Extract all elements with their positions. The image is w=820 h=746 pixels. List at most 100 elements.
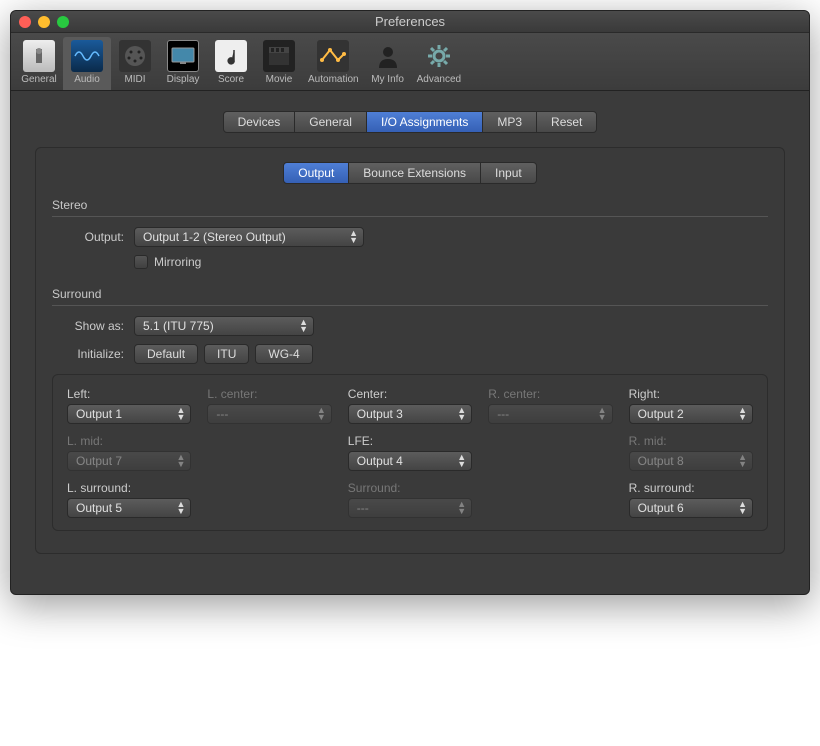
- caret-icon: ▲▼: [738, 454, 747, 468]
- tab-mp3[interactable]: MP3: [483, 111, 537, 133]
- content: DevicesGeneralI/O AssignmentsMP3Reset Ou…: [11, 91, 809, 594]
- cell-left: Left: Output 1▲▼: [67, 387, 191, 424]
- tab-general[interactable]: General: [295, 111, 367, 133]
- cell-lfe: LFE: Output 4 ▲▼: [348, 434, 472, 471]
- channel-label: L. surround:: [67, 481, 191, 495]
- channel-select-left[interactable]: Output 1▲▼: [67, 404, 191, 424]
- channel-label: R. center:: [488, 387, 612, 401]
- initialize-default-button[interactable]: Default: [134, 344, 198, 364]
- mirroring-checkbox[interactable]: [134, 255, 148, 269]
- caret-icon: ▲▼: [349, 230, 358, 244]
- showas-select[interactable]: 5.1 (ITU 775) ▲▼: [134, 316, 314, 336]
- showas-label: Show as:: [52, 319, 134, 333]
- toolbar-label: Audio: [74, 74, 100, 85]
- subtab-output[interactable]: Output: [283, 162, 349, 184]
- toolbar-label: Score: [218, 74, 244, 85]
- stereo-section: Stereo Output: Output 1-2 (Stereo Output…: [52, 198, 768, 269]
- io-subtabs: OutputBounce ExtensionsInput: [283, 162, 536, 184]
- movie-icon: [263, 40, 295, 72]
- cell-r-center: R. center: --- ▲▼: [488, 387, 612, 424]
- subtab-bounce-extensions[interactable]: Bounce Extensions: [349, 162, 481, 184]
- cell-l-surround: L. surround: Output 5 ▲▼: [67, 481, 191, 518]
- tab-i-o-assignments[interactable]: I/O Assignments: [367, 111, 483, 133]
- tab-reset[interactable]: Reset: [537, 111, 597, 133]
- toolbar-label: General: [21, 74, 57, 85]
- channel-label: L. mid:: [67, 434, 191, 448]
- audio-section-tabs: DevicesGeneralI/O AssignmentsMP3Reset: [223, 111, 598, 133]
- subtab-input[interactable]: Input: [481, 162, 537, 184]
- advanced-icon: [423, 40, 455, 72]
- channel-select-lfe[interactable]: Output 4 ▲▼: [348, 451, 472, 471]
- channel-select-r-center: --- ▲▼: [488, 404, 612, 424]
- channel-select-l-center: --- ▲▼: [207, 404, 331, 424]
- cell-r-mid: R. mid: Output 8 ▲▼: [629, 434, 753, 471]
- toolbar-movie[interactable]: Movie: [255, 37, 303, 90]
- stereo-heading: Stereo: [52, 198, 768, 217]
- caret-icon: ▲▼: [738, 501, 747, 515]
- cell-l-mid: L. mid: Output 7▲▼: [67, 434, 191, 471]
- channel-label: Left:: [67, 387, 191, 401]
- close-button[interactable]: [19, 16, 31, 28]
- channel-value: Output 8: [638, 454, 684, 468]
- channel-select-center[interactable]: Output 3▲▼: [348, 404, 472, 424]
- channel-label: R. surround:: [629, 481, 753, 495]
- channel-label: R. mid:: [629, 434, 753, 448]
- tab-devices[interactable]: Devices: [223, 111, 296, 133]
- channel-label: LFE:: [348, 434, 472, 448]
- initialize-wg-4-button[interactable]: WG-4: [255, 344, 312, 364]
- audio-icon: [71, 40, 103, 72]
- initialize-itu-button[interactable]: ITU: [204, 344, 249, 364]
- channel-select-l-mid: Output 7▲▼: [67, 451, 191, 471]
- channel-label: Surround:: [348, 481, 472, 495]
- toolbar-myinfo[interactable]: My Info: [364, 37, 412, 90]
- channel-select-surround: ---▲▼: [348, 498, 472, 518]
- cell-l-center: L. center: --- ▲▼: [207, 387, 331, 424]
- caret-icon: ▲▼: [176, 454, 185, 468]
- midi-icon: [119, 40, 151, 72]
- channel-value: Output 3: [357, 407, 403, 421]
- myinfo-icon: [372, 40, 404, 72]
- caret-icon: ▲▼: [176, 501, 185, 515]
- toolbar-general[interactable]: General: [15, 37, 63, 90]
- toolbar-midi[interactable]: MIDI: [111, 37, 159, 90]
- channel-select-l-surround[interactable]: Output 5 ▲▼: [67, 498, 191, 518]
- cell-r-surround: R. surround: Output 6 ▲▼: [629, 481, 753, 518]
- toolbar-score[interactable]: Score: [207, 37, 255, 90]
- toolbar-label: Display: [167, 74, 200, 85]
- preferences-window: Preferences General Audio MIDI Display Score…: [10, 10, 810, 595]
- toolbar-label: MIDI: [124, 74, 145, 85]
- channel-value: Output 4: [357, 454, 403, 468]
- channel-label: Right:: [629, 387, 753, 401]
- io-assignments-panel: OutputBounce ExtensionsInput Stereo Outp…: [35, 147, 785, 554]
- surround-section: Surround Show as: 5.1 (ITU 775) ▲▼ Initi…: [52, 287, 768, 531]
- caret-icon: ▲▼: [299, 319, 308, 333]
- toolbar-automation[interactable]: Automation: [303, 37, 364, 90]
- channel-value: ---: [497, 407, 509, 421]
- channel-label: L. center:: [207, 387, 331, 401]
- cell-surround: Surround: ---▲▼: [348, 481, 472, 518]
- channel-select-r-surround[interactable]: Output 6 ▲▼: [629, 498, 753, 518]
- cell-center: Center:Output 3▲▼: [348, 387, 472, 424]
- toolbar-label: Automation: [308, 74, 359, 85]
- toolbar: General Audio MIDI Display Score Movie Automat…: [11, 33, 809, 91]
- zoom-button[interactable]: [57, 16, 69, 28]
- showas-value: 5.1 (ITU 775): [143, 319, 214, 333]
- window-title: Preferences: [11, 14, 809, 29]
- caret-icon: ▲▼: [317, 407, 326, 421]
- channel-select-r-mid: Output 8 ▲▼: [629, 451, 753, 471]
- channel-assignment-grid: Left: Output 1▲▼ L. center: --- ▲▼ Center:Out…: [52, 374, 768, 531]
- channel-value: Output 6: [638, 501, 684, 515]
- toolbar-advanced[interactable]: Advanced: [412, 37, 466, 90]
- caret-icon: ▲▼: [457, 454, 466, 468]
- stereo-output-select[interactable]: Output 1-2 (Stereo Output) ▲▼: [134, 227, 364, 247]
- channel-value: ---: [357, 501, 369, 515]
- channel-value: Output 5: [76, 501, 122, 515]
- channel-value: ---: [216, 407, 228, 421]
- toolbar-audio[interactable]: Audio: [63, 37, 111, 90]
- caret-icon: ▲▼: [598, 407, 607, 421]
- toolbar-display[interactable]: Display: [159, 37, 207, 90]
- mirroring-label: Mirroring: [154, 255, 201, 269]
- minimize-button[interactable]: [38, 16, 50, 28]
- channel-select-right[interactable]: Output 2▲▼: [629, 404, 753, 424]
- caret-icon: ▲▼: [738, 407, 747, 421]
